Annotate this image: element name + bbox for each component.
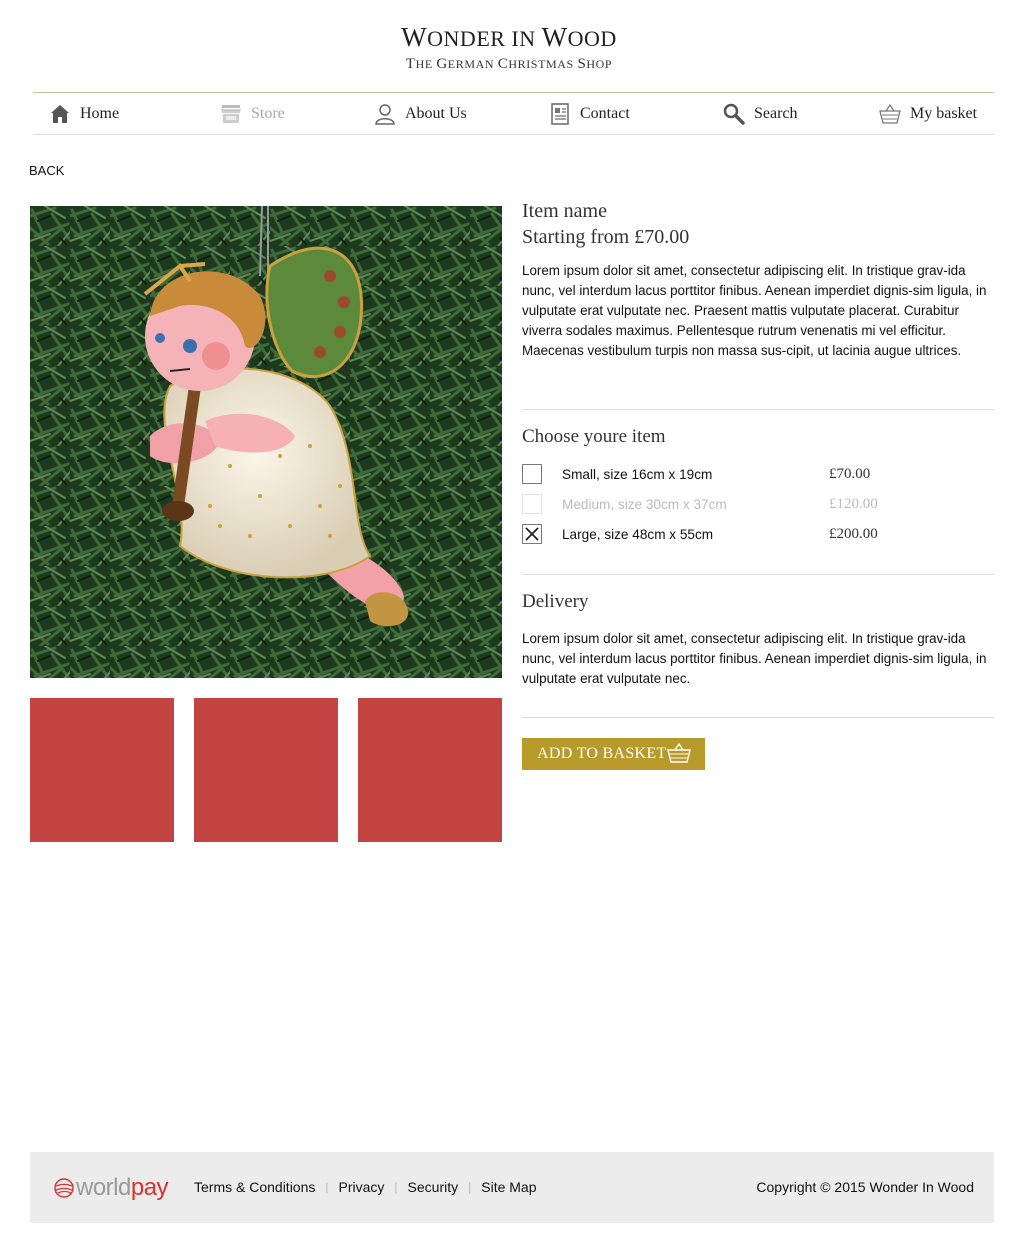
worldpay-logo-pay: pay <box>130 1174 169 1201</box>
option-label: Medium, size 30cm x 37cm <box>562 496 727 512</box>
worldpay-logo-world: world <box>76 1174 131 1201</box>
basket-icon <box>667 742 691 763</box>
nav-item-search[interactable]: Search <box>723 93 798 134</box>
worldpay-globe-icon <box>54 1178 74 1198</box>
footer-separator: | <box>394 1180 398 1194</box>
nav-item-home[interactable]: Home <box>49 93 119 134</box>
option-label: Small, size 16cm x 19cm <box>562 466 713 482</box>
site-logo[interactable]: WONDER IN WOOD THE GERMAN CHRISTMAS SHOP <box>0 24 1024 73</box>
nav-label-search: Search <box>754 104 798 122</box>
footer-link-privacy[interactable]: Privacy <box>339 1179 385 1195</box>
nav-item-my-basket[interactable]: My basket <box>879 93 977 134</box>
footer-link-terms[interactable]: Terms & Conditions <box>194 1179 315 1195</box>
footer-link-site-map[interactable]: Site Map <box>481 1179 536 1195</box>
logo-subtitle-part: T <box>405 56 416 72</box>
footer-separator: | <box>325 1180 329 1194</box>
copyright-text: Copyright © 2015 Wonder In Wood <box>756 1179 974 1195</box>
logo-subtitle-part: HRISTMAS <box>508 57 578 71</box>
option-price: £200.00 <box>829 525 878 542</box>
logo-title-part: ONDER IN <box>427 26 542 51</box>
product-main-image <box>30 206 502 678</box>
product-thumbnail[interactable] <box>194 698 338 842</box>
home-icon <box>51 104 69 123</box>
worldpay-logo: worldpay <box>54 1174 169 1202</box>
product-thumbnail[interactable] <box>358 698 502 842</box>
footer-separator: | <box>468 1180 472 1194</box>
footer-link-security[interactable]: Security <box>408 1179 459 1195</box>
store-icon <box>221 104 241 123</box>
user-icon <box>375 103 395 125</box>
nav-label-my-basket: My basket <box>910 104 978 122</box>
search-icon <box>723 103 745 125</box>
back-link[interactable]: BACK <box>29 163 64 178</box>
divider <box>522 717 994 718</box>
logo-subtitle-part: HOP <box>586 57 613 71</box>
product-thumbnail[interactable] <box>30 698 174 842</box>
product-price: Starting from £70.00 <box>522 226 690 248</box>
choose-item-title: Choose youre item <box>522 426 666 447</box>
footer: worldpay Terms & Conditions | Privacy | … <box>30 1152 994 1223</box>
option-checkbox[interactable] <box>522 464 542 484</box>
option-medium[interactable]: Medium, size 30cm x 37cm £120.00 <box>522 493 994 515</box>
logo-subtitle-part: HE <box>415 57 437 71</box>
option-checkbox[interactable] <box>522 494 542 514</box>
contact-card-icon <box>551 102 569 125</box>
product-description: Lorem ipsum dolor sit amet, consectetur … <box>522 263 987 358</box>
check-x-icon <box>525 527 539 541</box>
footer-links: Terms & Conditions | Privacy | Security … <box>194 1179 537 1195</box>
nav-label-home: Home <box>80 104 120 122</box>
option-small[interactable]: Small, size 16cm x 19cm £70.00 <box>522 463 994 485</box>
delivery-text: Lorem ipsum dolor sit amet, consectetur … <box>522 631 987 686</box>
nav-label-contact: Contact <box>580 104 630 122</box>
divider <box>522 574 994 575</box>
option-checkbox-checked[interactable] <box>522 524 542 544</box>
add-to-basket-button[interactable]: ADD TO BASKET <box>522 738 705 770</box>
product-name: Item name <box>522 200 607 222</box>
nav-item-contact[interactable]: Contact <box>549 93 630 134</box>
nav-item-about-us[interactable]: About Us <box>374 93 467 134</box>
logo-title-part: W <box>541 22 568 52</box>
logo-subtitle-part: C <box>497 56 509 72</box>
nav-item-store[interactable]: Store <box>220 93 285 134</box>
logo-title-part: OOD <box>567 26 617 51</box>
add-to-basket-label: ADD TO BASKET <box>537 745 667 762</box>
logo-title-part: W <box>401 22 428 52</box>
divider <box>522 409 994 410</box>
logo-subtitle-part: G <box>436 56 448 72</box>
nav-label-store: Store <box>251 104 285 122</box>
option-price: £120.00 <box>829 495 878 512</box>
option-price: £70.00 <box>829 465 871 482</box>
basket-icon <box>879 103 901 124</box>
angel-ornament-photo <box>30 206 502 678</box>
delivery-title: Delivery <box>522 591 589 612</box>
nav-label-about-us: About Us <box>405 104 467 122</box>
option-label: Large, size 48cm x 55cm <box>562 526 714 542</box>
logo-subtitle-part: ERMAN <box>447 57 498 71</box>
option-large[interactable]: Large, size 48cm x 55cm £200.00 <box>522 523 994 545</box>
logo-subtitle: THE GERMAN CHRISTMAS SHOP <box>0 56 1024 73</box>
main-nav: Home Store About Us Contact Search My ba… <box>33 92 994 135</box>
logo-title: WONDER IN WOOD <box>0 24 1024 52</box>
